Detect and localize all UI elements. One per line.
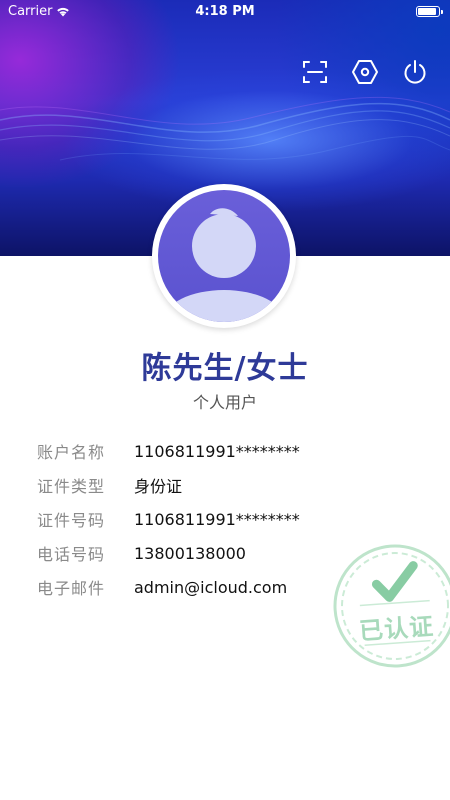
- settings-icon: [352, 60, 378, 84]
- status-time: 4:18 PM: [195, 4, 255, 19]
- avatar-frame[interactable]: [152, 184, 296, 328]
- info-row-id-number: 证件号码 1106811991********: [37, 502, 417, 536]
- user-type: 个人用户: [192, 393, 257, 412]
- certified-stamp: 已认证: [328, 539, 450, 673]
- profile-screen: Carrier 4:18 PM 陈先生/女士 个人用户 账户名称 1106811…: [0, 0, 450, 800]
- info-label: 电子邮件: [37, 579, 106, 598]
- info-label: 证件类型: [37, 477, 106, 496]
- info-value: 1106811991********: [134, 441, 300, 461]
- avatar: [158, 190, 290, 322]
- info-value: 身份证: [134, 477, 183, 496]
- scan-icon: [303, 61, 327, 83]
- info-label: 电话号码: [37, 545, 106, 564]
- info-value: 1106811991********: [134, 509, 300, 529]
- default-avatar-icon: [164, 208, 284, 322]
- scan-button[interactable]: [300, 57, 330, 87]
- info-label: 账户名称: [37, 443, 106, 462]
- battery-icon: [416, 6, 443, 17]
- settings-button[interactable]: [350, 57, 380, 87]
- status-bar: Carrier 4:18 PM: [0, 0, 450, 24]
- user-name: 陈先生/女士: [141, 351, 309, 386]
- power-icon: [404, 60, 426, 84]
- info-value: admin@icloud.com: [134, 577, 288, 597]
- info-value: 13800138000: [134, 543, 246, 563]
- logout-button[interactable]: [400, 57, 430, 87]
- info-label: 证件号码: [37, 511, 106, 530]
- info-row-account-name: 账户名称 1106811991********: [37, 434, 417, 468]
- info-row-id-type: 证件类型 身份证: [37, 468, 417, 502]
